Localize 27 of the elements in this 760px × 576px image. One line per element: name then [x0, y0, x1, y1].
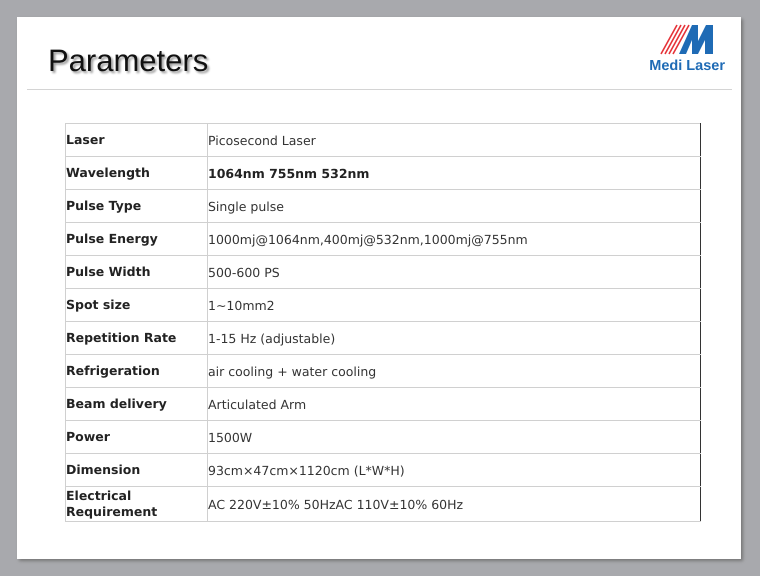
parameter-value: 500-600 PS: [208, 256, 700, 288]
parameter-value: AC 220V±10% 50HzAC 110V±10% 60Hz: [208, 486, 700, 522]
parameter-name: Refrigeration: [66, 354, 208, 388]
parameter-value: 93cm×47cm×1120cm (L*W*H): [208, 454, 700, 486]
parameter-value: Picosecond Laser: [208, 124, 700, 156]
parameter-name: Pulse Energy: [66, 222, 208, 256]
parameter-value: 1~10mm2: [208, 288, 700, 322]
parameter-name: Spot size: [66, 288, 208, 322]
parameter-name: Dimension: [66, 454, 208, 486]
parameter-name: Repetition Rate: [66, 322, 208, 354]
parameter-value: 1000mj@1064nm,400mj@532nm,1000mj@755nm: [208, 222, 700, 256]
parameter-value: Single pulse: [208, 190, 700, 222]
parameter-name: Laser: [66, 124, 208, 156]
parameter-value: 1064nm 755nm 532nm: [208, 156, 700, 190]
parameter-name: Beam delivery: [66, 388, 208, 420]
logo-icon: [660, 23, 714, 55]
parameter-value: 1500W: [208, 420, 700, 454]
parameter-name: Pulse Width: [66, 256, 208, 288]
slide-title: Parameters: [48, 43, 208, 79]
parameter-name: Pulse Type: [66, 190, 208, 222]
parameter-value: air cooling + water cooling: [208, 354, 700, 388]
parameter-name: Wavelength: [66, 156, 208, 190]
parameter-value: 1-15 Hz (adjustable): [208, 322, 700, 354]
parameter-name: Power: [66, 420, 208, 454]
parameter-value: Articulated Arm: [208, 388, 700, 420]
parameter-name: Electrical Requirement: [66, 486, 208, 522]
logo-text: Medi Laser: [649, 58, 725, 74]
